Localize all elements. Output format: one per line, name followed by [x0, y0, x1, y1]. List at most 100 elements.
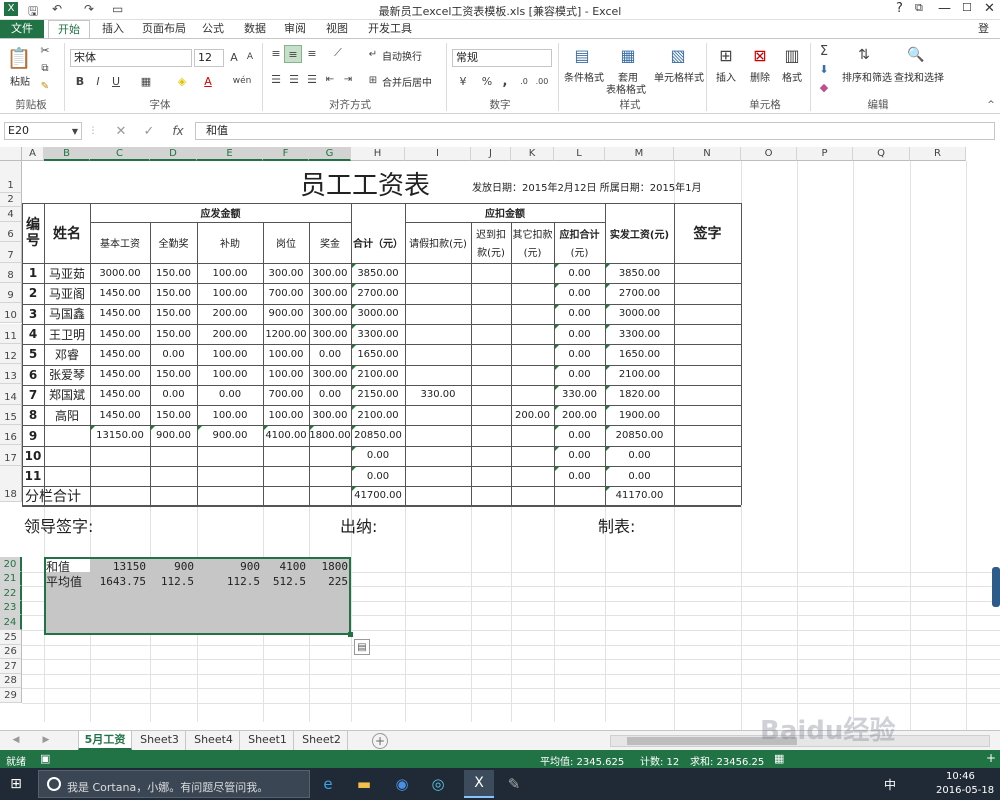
font-name-select[interactable]: 宋体 — [70, 49, 192, 67]
column-header[interactable]: M — [605, 147, 674, 161]
cell-no[interactable]: 8 — [22, 405, 44, 425]
conditional-format-icon[interactable]: ▤ — [570, 43, 594, 67]
sort-filter-button[interactable]: 排序和筛选 — [842, 69, 892, 84]
cell-subsidy[interactable]: 100.00 — [197, 405, 263, 425]
cell-net[interactable]: 3850.00 — [605, 263, 674, 283]
tab-page-layout[interactable]: 页面布局 — [136, 20, 192, 38]
cell-total[interactable]: 0.00 — [351, 446, 405, 466]
cell-late[interactable] — [471, 385, 511, 405]
font-color-icon[interactable]: A — [200, 73, 216, 89]
cell-name[interactable] — [44, 446, 90, 466]
row-header[interactable]: 4 — [0, 207, 22, 222]
fill-icon[interactable]: ⬇ — [816, 61, 832, 77]
next-sheet-icon[interactable]: ▶ — [40, 733, 52, 747]
cell-other[interactable] — [511, 365, 554, 385]
cell-bonus[interactable] — [309, 466, 351, 486]
column-header[interactable]: R — [910, 147, 966, 161]
cell-base[interactable]: 3000.00 — [90, 263, 150, 283]
row-header[interactable]: 8 — [0, 262, 22, 283]
row-header[interactable]: 25 — [0, 630, 22, 645]
header-subsidy[interactable]: 补助 — [197, 222, 263, 263]
excel-taskbar-icon[interactable]: X — [464, 770, 494, 798]
header-base[interactable]: 基本工资 — [90, 222, 150, 263]
row-header[interactable]: 27 — [0, 659, 22, 674]
cell-other[interactable] — [511, 425, 554, 445]
cell-no[interactable]: 7 — [22, 385, 44, 405]
collapse-ribbon-icon[interactable]: ^ — [986, 99, 996, 111]
cell-post[interactable]: 900.00 — [263, 304, 309, 324]
header-late-2[interactable]: 款(元) — [471, 243, 511, 259]
cell-bonus[interactable]: 300.00 — [309, 263, 351, 283]
cell-late[interactable] — [471, 365, 511, 385]
cell-subsidy[interactable]: 100.00 — [197, 263, 263, 283]
cell-ded[interactable]: 0.00 — [554, 324, 605, 344]
cell-bonus[interactable]: 300.00 — [309, 304, 351, 324]
subtotal-total[interactable]: 41700.00 — [351, 486, 405, 505]
header-post[interactable]: 岗位 — [263, 222, 309, 263]
cell-name[interactable]: 邓睿 — [44, 344, 90, 364]
sheet-tab[interactable]: Sheet4 — [188, 731, 240, 750]
minimize-button[interactable]: — — [938, 1, 951, 16]
header-late-1[interactable]: 迟到扣 — [471, 225, 511, 241]
sheet-meta[interactable]: 发放日期：2015年2月12日 所属日期：2015年1月 — [472, 177, 712, 195]
cell-attend[interactable]: 150.00 — [150, 304, 197, 324]
cell-ded[interactable]: 0.00 — [554, 365, 605, 385]
merge-center-button[interactable]: 合并后居中 — [382, 74, 432, 89]
cell-other[interactable] — [511, 466, 554, 486]
cell-net[interactable]: 0.00 — [605, 446, 674, 466]
percent-button[interactable]: % — [480, 73, 494, 89]
wrap-text-icon[interactable]: ↵ — [366, 47, 380, 61]
cell-post[interactable]: 100.00 — [263, 405, 309, 425]
cut-icon[interactable]: ✂ — [38, 43, 52, 57]
cell-late[interactable] — [471, 263, 511, 283]
ime-indicator[interactable]: 中 — [884, 776, 896, 793]
cell-name[interactable]: 马亚阁 — [44, 283, 90, 303]
cell-other[interactable] — [511, 283, 554, 303]
cashier-sign-label[interactable]: 出纳: — [340, 511, 400, 539]
cell-attend[interactable]: 0.00 — [150, 385, 197, 405]
cell-late[interactable] — [471, 405, 511, 425]
cell-post[interactable]: 4100.00 — [263, 425, 309, 445]
decrease-decimal-icon[interactable]: .00 — [534, 73, 550, 89]
cell-attend[interactable]: 0.00 — [150, 344, 197, 364]
cell-total[interactable]: 3000.00 — [351, 304, 405, 324]
tab-formulas[interactable]: 公式 — [196, 20, 230, 38]
tab-insert[interactable]: 插入 — [96, 20, 130, 38]
cancel-entry-icon[interactable]: ✕ — [112, 122, 130, 140]
cell-ded[interactable]: 0.00 — [554, 446, 605, 466]
cell-late[interactable] — [471, 446, 511, 466]
cell-styles-button[interactable]: 单元格样式 — [654, 69, 704, 84]
cell-base[interactable]: 1450.00 — [90, 385, 150, 405]
cell-post[interactable]: 300.00 — [263, 263, 309, 283]
stat-value[interactable]: 112.5 — [136, 574, 194, 588]
cell-total[interactable]: 2700.00 — [351, 283, 405, 303]
cell-name[interactable]: 张爱琴 — [44, 365, 90, 385]
normal-view-icon[interactable]: ▦ — [774, 752, 784, 765]
cell-net[interactable]: 20850.00 — [605, 425, 674, 445]
row-header[interactable]: 6 — [0, 222, 22, 243]
select-all-corner[interactable] — [0, 147, 22, 161]
header-sign[interactable]: 签字 — [674, 203, 741, 263]
align-top-icon[interactable]: ≡ — [268, 45, 284, 61]
cell-other[interactable] — [511, 385, 554, 405]
comma-button[interactable]: , — [498, 73, 512, 89]
header-name[interactable]: 姓名 — [44, 203, 90, 263]
cell-other[interactable]: 200.00 — [511, 405, 554, 425]
autosum-icon[interactable]: Σ — [816, 43, 832, 59]
cell-base[interactable]: 1450.00 — [90, 365, 150, 385]
align-left-icon[interactable]: ☰ — [268, 71, 284, 87]
cell-bonus[interactable]: 300.00 — [309, 405, 351, 425]
maker-sign-label[interactable]: 制表: — [598, 511, 658, 539]
worksheet-grid[interactable]: ABCDEFGHIJKLMNOPQR 1 2 4 6 7 8 9 10 11 12 13 14 15 16… — [0, 147, 1000, 730]
cell-subsidy[interactable]: 200.00 — [197, 304, 263, 324]
column-header[interactable]: I — [405, 147, 471, 161]
cell-net[interactable]: 2100.00 — [605, 365, 674, 385]
currency-icon[interactable]: ¥ — [454, 73, 472, 89]
column-header[interactable]: G — [309, 147, 351, 161]
column-header[interactable]: H — [351, 147, 405, 161]
cell-ded[interactable]: 0.00 — [554, 425, 605, 445]
cell-base[interactable]: 1450.00 — [90, 405, 150, 425]
row-header[interactable]: 1 — [0, 161, 22, 193]
column-header[interactable]: L — [554, 147, 605, 161]
header-ded-total-1[interactable]: 应扣合计 — [554, 225, 605, 241]
